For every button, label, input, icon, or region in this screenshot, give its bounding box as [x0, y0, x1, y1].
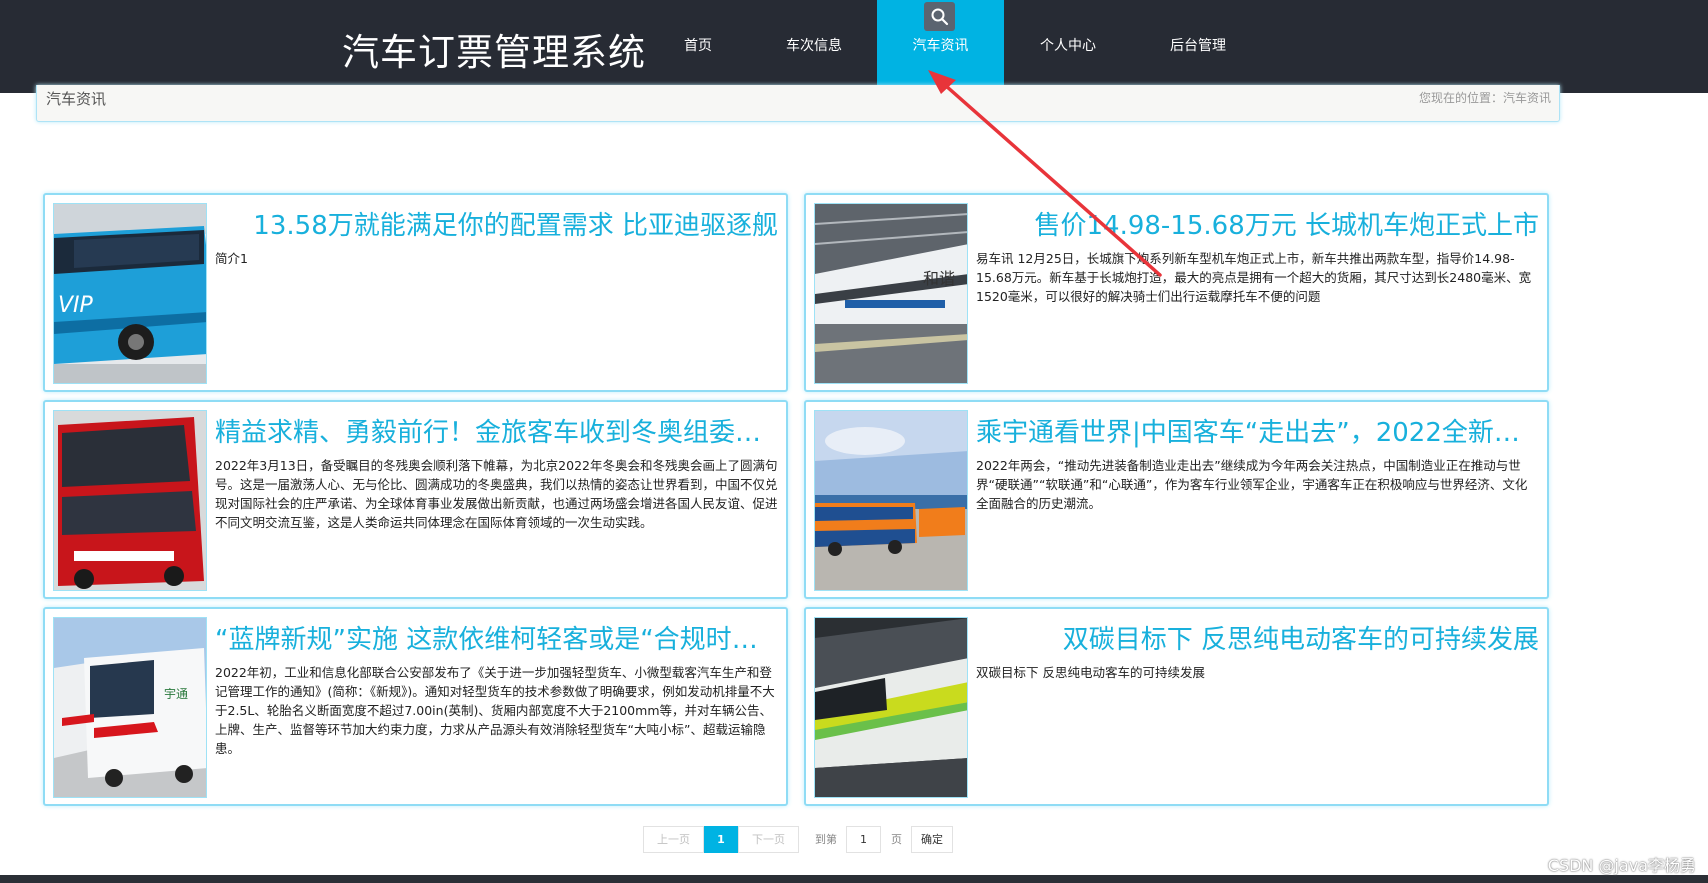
- nav-admin[interactable]: 后台管理: [1152, 0, 1244, 93]
- news-summary: 简介1: [215, 251, 248, 266]
- news-title[interactable]: “蓝牌新规”实施 这款依维柯轻客或是“合规时代”的优选: [215, 623, 778, 657]
- news-title[interactable]: 精益求精、勇毅前行！金旅客车收到冬奥组委感谢信: [215, 416, 778, 450]
- news-thumbnail-yellow-train[interactable]: [814, 617, 968, 798]
- news-summary: 2022年两会，“推动先进装备制造业走出去”继续成为今年两会关注热点，中国制造业…: [976, 458, 1528, 511]
- news-title[interactable]: 双碳目标下 反思纯电动客车的可持续发展: [976, 623, 1539, 657]
- news-summary: 双碳目标下 反思纯电动客车的可持续发展: [976, 665, 1205, 680]
- goto-label: 到第: [815, 833, 837, 846]
- page-1-button[interactable]: 1: [704, 826, 738, 853]
- news-title[interactable]: 售价14.98-15.68万元 长城机车炮正式上市: [976, 209, 1539, 243]
- news-title[interactable]: 13.58万就能满足你的配置需求 比亚迪驱逐舰: [215, 209, 778, 243]
- news-thumbnail-white-coaches[interactable]: 宇通: [53, 617, 207, 798]
- news-title[interactable]: 乘宇通看世界|中国客车“走出去”，2022全新启航: [976, 416, 1539, 450]
- nav-home[interactable]: 首页: [654, 0, 742, 93]
- news-card[interactable]: 和谐 售价14.98-15.68万元 长城机车炮正式上市 易车讯 12月25日，…: [804, 193, 1549, 392]
- nav-car-news-label: 汽车资讯: [912, 38, 969, 54]
- svg-text:宇通: 宇通: [164, 687, 188, 701]
- location-title: 汽车资讯: [46, 90, 107, 108]
- news-summary: 易车讯 12月25日，长城旗下炮系列新车型机车炮正式上市，新车共推出两款车型，指…: [976, 251, 1532, 304]
- next-page-button[interactable]: 下一页: [738, 826, 799, 853]
- nav-trips[interactable]: 车次信息: [768, 0, 860, 93]
- nav-personal-center[interactable]: 个人中心: [1022, 0, 1114, 93]
- top-navigation-bar: 汽车订票管理系统 首页 车次信息 汽车资讯 个人中心 后台管理: [0, 0, 1708, 93]
- goto-page-input[interactable]: [846, 826, 881, 853]
- news-summary: 2022年3月13日，备受瞩目的冬残奥会顺利落下帷幕，为北京2022年冬奥会和冬…: [215, 458, 778, 530]
- prev-page-button[interactable]: 上一页: [643, 826, 704, 853]
- news-thumbnail-buses-by-sea[interactable]: [814, 410, 968, 591]
- footer: [0, 875, 1708, 883]
- watermark-text: CSDN @java李杨勇: [1547, 856, 1696, 875]
- confirm-button[interactable]: 确定: [911, 826, 953, 853]
- breadcrumb: 您现在的位置：汽车资讯: [1418, 91, 1551, 105]
- news-card[interactable]: 精益求精、勇毅前行！金旅客车收到冬奥组委感谢信 2022年3月13日，备受瞩目的…: [43, 400, 788, 599]
- svg-text:和谐: 和谐: [923, 269, 955, 288]
- location-bar: 汽车资讯 您现在的位置：汽车资讯: [36, 85, 1560, 122]
- svg-text:VIP: VIP: [58, 293, 94, 318]
- news-card[interactable]: VIP 13.58万就能满足你的配置需求 比亚迪驱逐舰 简介1: [43, 193, 788, 392]
- news-card[interactable]: 宇通 “蓝牌新规”实施 这款依维柯轻客或是“合规时代”的优选 2022年初，工业…: [43, 607, 788, 806]
- news-card[interactable]: 乘宇通看世界|中国客车“走出去”，2022全新启航 2022年两会，“推动先进装…: [804, 400, 1549, 599]
- news-card[interactable]: 双碳目标下 反思纯电动客车的可持续发展 双碳目标下 反思纯电动客车的可持续发展: [804, 607, 1549, 806]
- news-thumbnail-red-bus[interactable]: [53, 410, 207, 591]
- site-title[interactable]: 汽车订票管理系统: [342, 22, 646, 76]
- search-icon[interactable]: [924, 2, 955, 31]
- news-summary: 2022年初，工业和信息化部联合公安部发布了《关于进一步加强轻型货车、小微型载客…: [215, 665, 775, 756]
- news-thumbnail-blue-bus[interactable]: VIP: [53, 203, 207, 384]
- page-unit-label: 页: [891, 833, 902, 846]
- news-thumbnail-train-station[interactable]: 和谐: [814, 203, 968, 384]
